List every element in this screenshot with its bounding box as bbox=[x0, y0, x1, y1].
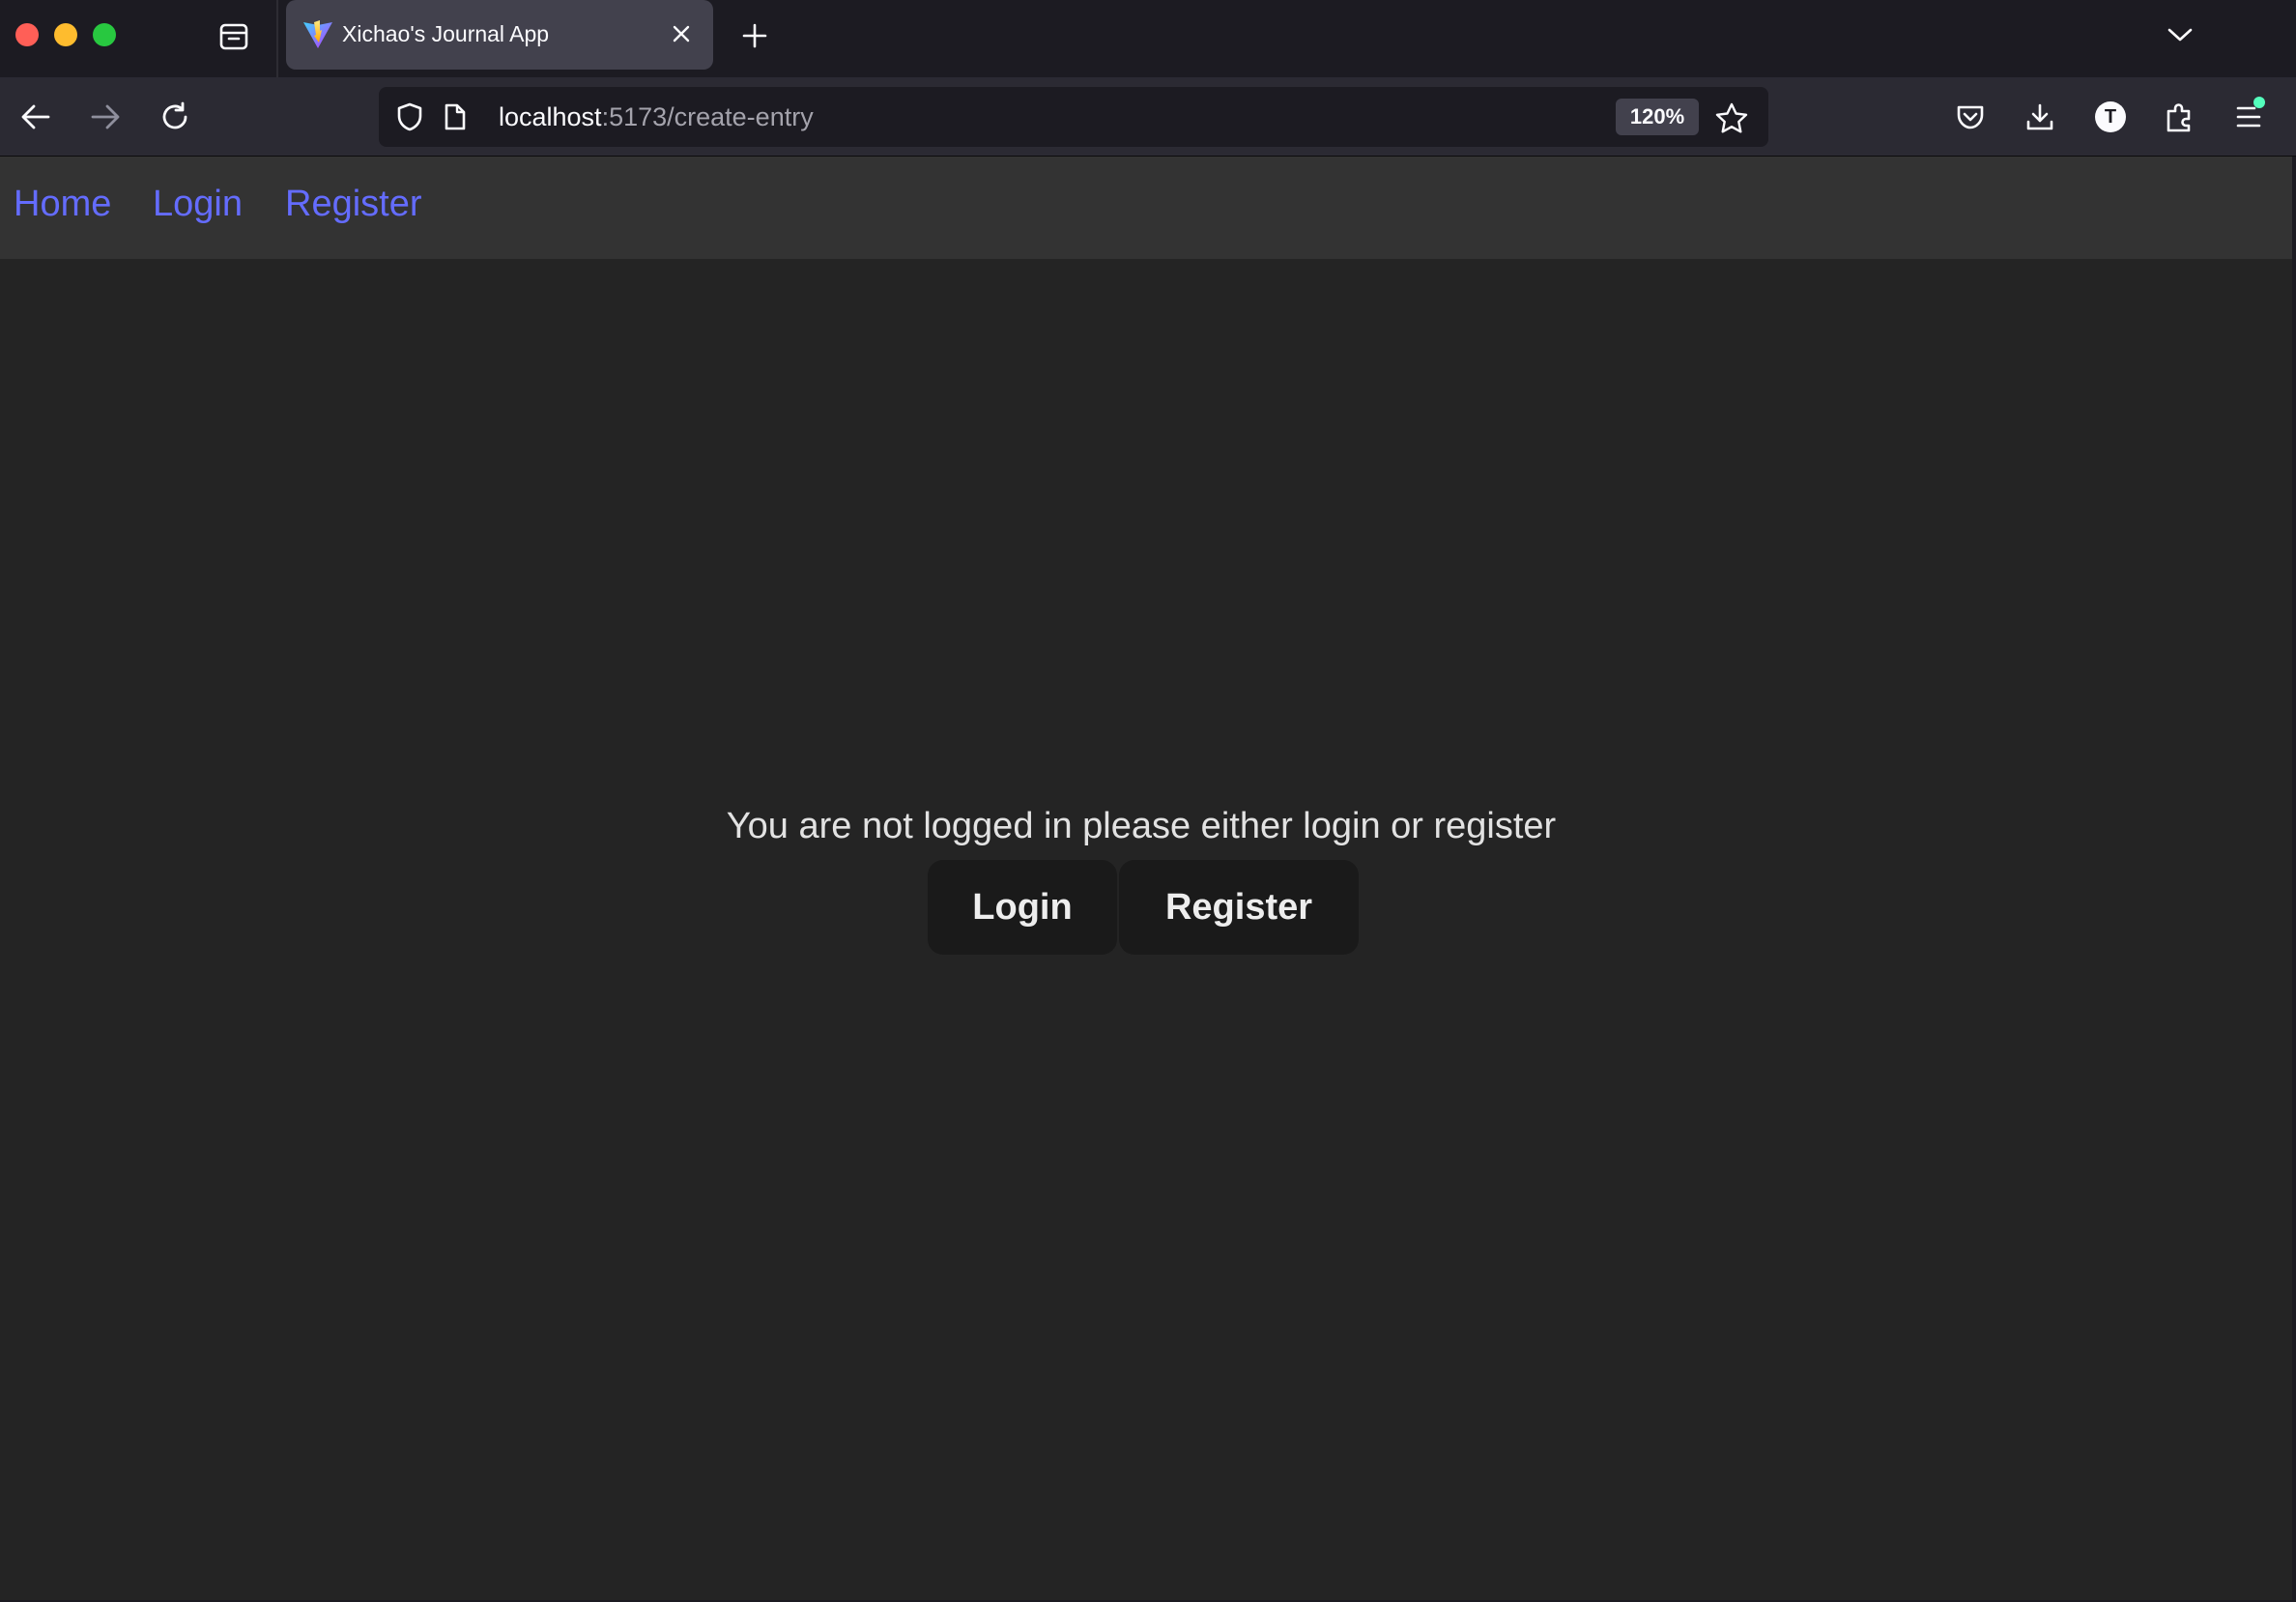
arrow-left-icon bbox=[21, 104, 50, 129]
firefox-view-button[interactable] bbox=[215, 19, 253, 54]
extensions-button[interactable] bbox=[2157, 95, 2201, 139]
back-button[interactable] bbox=[14, 95, 58, 139]
url-path: :5173/create-entry bbox=[601, 102, 814, 131]
zoom-reset-button[interactable]: 120% bbox=[1616, 99, 1699, 135]
close-window-button[interactable] bbox=[15, 23, 39, 46]
bookmark-button[interactable] bbox=[1714, 100, 1749, 135]
close-tab-button[interactable] bbox=[667, 19, 696, 48]
reload-button[interactable] bbox=[153, 95, 197, 139]
url-text[interactable]: localhost:5173/create-entry bbox=[499, 102, 814, 132]
url-host: localhost bbox=[499, 102, 602, 131]
app-navbar: Home Login Register bbox=[0, 157, 2292, 259]
update-notification-dot bbox=[2253, 97, 2265, 108]
firefox-view-icon bbox=[219, 23, 248, 50]
vite-favicon-icon bbox=[303, 20, 332, 48]
not-logged-in-message: You are not logged in please either logi… bbox=[726, 806, 1557, 846]
account-avatar[interactable]: T bbox=[2095, 101, 2126, 132]
active-tab[interactable]: Xichao's Journal App bbox=[286, 0, 713, 70]
pocket-button[interactable] bbox=[1948, 95, 1993, 139]
nav-link-login[interactable]: Login bbox=[153, 184, 243, 225]
tracking-protection-button[interactable] bbox=[394, 101, 425, 132]
page-content: Home Login Register You are not logged i… bbox=[0, 157, 2292, 1600]
page-icon bbox=[445, 103, 466, 130]
arrow-right-icon bbox=[91, 104, 120, 129]
register-button[interactable]: Register bbox=[1119, 860, 1359, 955]
nav-link-register[interactable]: Register bbox=[285, 184, 422, 225]
reload-icon bbox=[162, 101, 187, 129]
navigation-toolbar: localhost:5173/create-entry 120% bbox=[0, 77, 2296, 157]
maximize-window-button[interactable] bbox=[93, 23, 116, 46]
tab-separator bbox=[276, 0, 278, 77]
download-icon bbox=[2026, 103, 2053, 130]
star-icon bbox=[1715, 102, 1748, 133]
downloads-button[interactable] bbox=[2018, 95, 2062, 139]
tab-title: Xichao's Journal App bbox=[342, 21, 550, 46]
puzzle-piece-icon bbox=[2167, 103, 2191, 132]
close-icon bbox=[673, 25, 690, 43]
pocket-icon bbox=[1957, 105, 1984, 129]
forward-button[interactable] bbox=[83, 95, 128, 139]
list-all-tabs-button[interactable] bbox=[2161, 17, 2199, 52]
nav-link-home[interactable]: Home bbox=[14, 184, 111, 225]
chevron-down-icon bbox=[2167, 28, 2193, 42]
minimize-window-button[interactable] bbox=[54, 23, 77, 46]
new-tab-button[interactable] bbox=[736, 17, 773, 54]
plus-icon bbox=[742, 23, 767, 48]
site-info-button[interactable] bbox=[441, 101, 470, 132]
login-button[interactable]: Login bbox=[928, 860, 1117, 955]
shield-icon bbox=[397, 102, 422, 131]
tab-strip: Xichao's Journal App bbox=[0, 0, 2296, 77]
url-bar[interactable]: localhost:5173/create-entry 120% bbox=[379, 87, 1768, 147]
